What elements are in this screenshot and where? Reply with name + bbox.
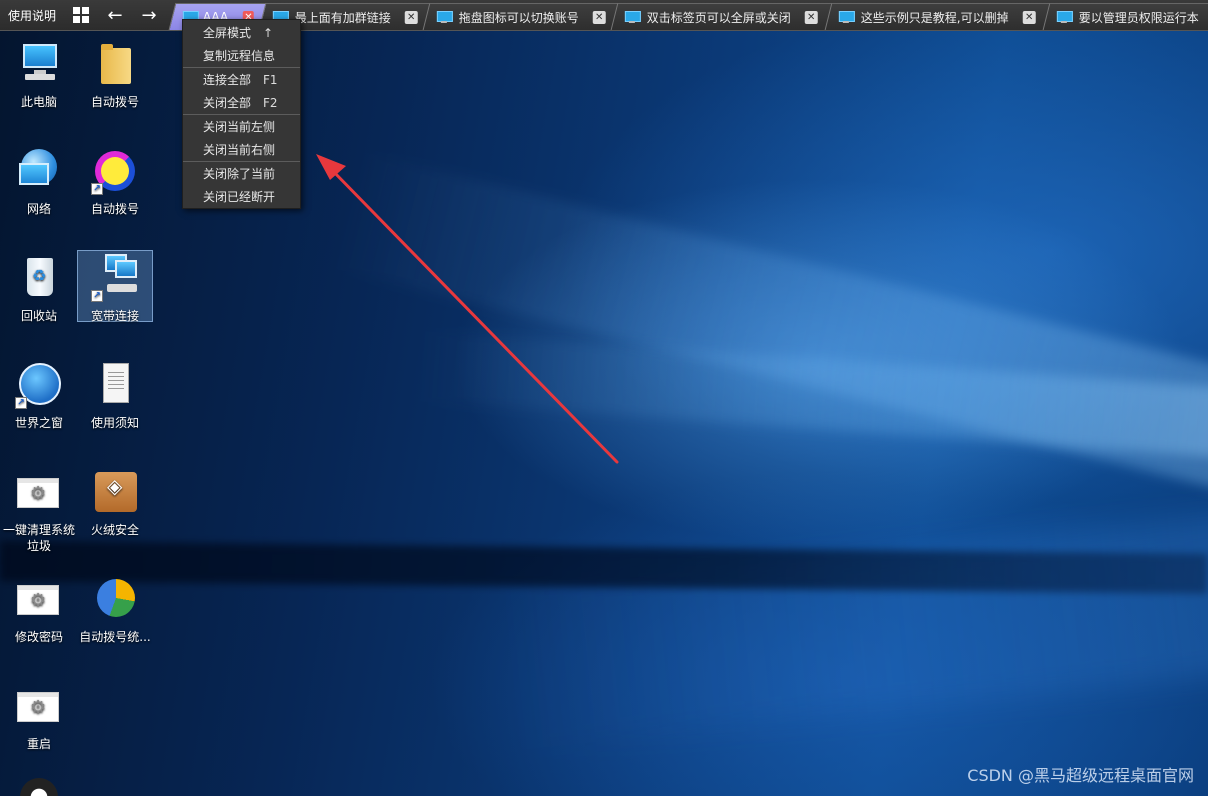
grid-icon — [73, 7, 90, 23]
monitor-icon — [625, 11, 639, 23]
desktop-icon-autodial-folder[interactable]: 自动拨号 — [77, 40, 153, 110]
monitor-icon — [839, 11, 853, 23]
light-beam — [500, 507, 1208, 751]
tab-label: 最上面有加群链接 — [294, 10, 391, 25]
desktop-icon-label: 火绒安全 — [90, 523, 139, 537]
menu-item-close-right[interactable]: 关闭当前右侧 — [183, 138, 300, 161]
tab-double-click[interactable]: 双击标签页可以全屏或关闭 ✕ — [610, 3, 834, 30]
pie-chart-icon — [91, 575, 139, 623]
desktop-icon-label: 此电脑 — [20, 95, 57, 109]
desktop-icon-label: 世界之窗 — [14, 416, 63, 430]
monitor-icon — [437, 11, 451, 23]
back-button[interactable]: ← — [98, 0, 132, 30]
menu-item-label: 全屏模式 — [203, 26, 252, 40]
desktop-icon-label: 自动拨号 — [90, 202, 139, 216]
desktop-icon-huorong[interactable]: 火绒安全 — [77, 468, 153, 538]
tab-examples[interactable]: 这些示例只是教程,可以删掉 ✕ — [824, 3, 1052, 30]
desktop-icon-label: 一键清理系统垃圾 — [2, 523, 75, 553]
menu-item-close-disconnected[interactable]: 关闭已经断开 — [183, 185, 300, 208]
forward-button[interactable]: → — [132, 0, 166, 30]
desktop-icon-clean-junk[interactable]: 一键清理系统垃圾 — [1, 468, 77, 554]
menu-item-connect-all[interactable]: 连接全部 F1 — [183, 68, 300, 91]
tab-strip: AAA ✕ 最上面有加群链接 ✕ 拖盘图标可以切换账号 ✕ 双击标签页可以全屏或… — [168, 0, 1208, 30]
tab-context-menu: 全屏模式 ↑ 复制远程信息 连接全部 F1 关闭全部 F2 关闭当前左侧 关闭当… — [182, 19, 301, 209]
close-tab-icon[interactable]: ✕ — [592, 10, 606, 24]
menu-item-copy-remote-info[interactable]: 复制远程信息 — [183, 44, 300, 67]
shortcut-arrow-icon: ↗ — [15, 397, 27, 409]
menu-item-label: 连接全部 — [203, 73, 252, 87]
close-tab-icon[interactable]: ✕ — [1022, 10, 1036, 24]
grid-view-button[interactable] — [64, 0, 98, 30]
tab-switch-account[interactable]: 拖盘图标可以切换账号 ✕ — [422, 3, 620, 30]
close-tab-icon[interactable]: ✕ — [804, 10, 818, 24]
desktop-icon-label: 自动拨号统... — [79, 630, 151, 644]
desktop-icon-network[interactable]: 网络 — [1, 147, 77, 217]
desktop-icon-broadband[interactable]: ↗ 宽带连接 — [77, 250, 153, 323]
recycle-bin-icon — [15, 254, 63, 302]
desktop-icon-label: 修改密码 — [14, 630, 63, 644]
menu-item-close-left[interactable]: 关闭当前左侧 — [183, 115, 300, 138]
text-document-icon — [91, 361, 139, 409]
settings-window-icon — [15, 575, 63, 623]
menu-item-shortcut: F1 — [263, 72, 278, 87]
help-button[interactable]: 使用说明 — [0, 0, 64, 30]
tab-label: 拖盘图标可以切换账号 — [458, 10, 579, 25]
folder-icon — [91, 40, 139, 88]
sync-icon: ↗ — [91, 147, 139, 195]
desktop-icon-label: 重启 — [26, 737, 51, 751]
computer-icon — [15, 40, 63, 88]
tab-label: 双击标签页可以全屏或关闭 — [646, 10, 791, 25]
desktop-icon-label: 宽带连接 — [90, 309, 139, 323]
desktop-icon-change-password[interactable]: 修改密码 — [1, 575, 77, 645]
menu-item-label: 复制远程信息 — [203, 49, 276, 63]
menu-item-label: 关闭当前左侧 — [203, 120, 276, 134]
watermark: CSDN @黑马超级远程桌面官网 — [967, 766, 1194, 785]
broadband-icon: ↗ — [91, 254, 139, 302]
desktop-icon-autodial-stats[interactable]: 自动拨号统... — [77, 575, 153, 645]
shortcut-arrow-icon: ↗ — [91, 183, 103, 195]
tab-label: 要以管理员权限运行本 — [1078, 10, 1199, 25]
desktop-icon-this-pc[interactable]: 此电脑 — [1, 40, 77, 110]
monitor-icon — [1057, 11, 1071, 23]
menu-item-fullscreen[interactable]: 全屏模式 ↑ — [183, 21, 300, 44]
desktop-icon-recycle-bin[interactable]: 回收站 — [1, 254, 77, 324]
desktop-icon-usage-notes[interactable]: 使用须知 — [77, 361, 153, 431]
menu-item-label: 关闭已经断开 — [203, 190, 276, 204]
menu-item-shortcut: ↑ — [263, 25, 274, 40]
menu-item-shortcut: F2 — [263, 95, 278, 110]
menu-item-close-all[interactable]: 关闭全部 F2 — [183, 91, 300, 114]
desktop-icon-label: 使用须知 — [90, 416, 139, 430]
light-beam — [330, 151, 1208, 510]
browser-globe-icon: ↗ — [15, 361, 63, 409]
settings-window-icon — [15, 468, 63, 516]
shortcut-arrow-icon: ↗ — [91, 290, 103, 302]
network-icon — [15, 147, 63, 195]
desktop-icon-label: 网络 — [26, 202, 51, 216]
settings-window-icon — [15, 682, 63, 730]
menu-item-label: 关闭当前右侧 — [203, 143, 276, 157]
tab-admin[interactable]: 要以管理员权限运行本 — [1042, 3, 1208, 30]
security-shield-icon — [91, 468, 139, 516]
menu-item-label: 关闭全部 — [203, 96, 252, 110]
desktop-icon-label: 回收站 — [20, 309, 57, 323]
tab-label: 这些示例只是教程,可以删掉 — [860, 10, 1009, 25]
desktop-icon-restart[interactable]: 重启 — [1, 682, 77, 752]
desktop-icon-theworld-browser[interactable]: ↗ 世界之窗 — [1, 361, 77, 431]
desktop-icon-autodial[interactable]: ↗ 自动拨号 — [77, 147, 153, 217]
menu-item-close-others[interactable]: 关闭除了当前 — [183, 162, 300, 185]
desktop-icon-label: 自动拨号 — [90, 95, 139, 109]
menu-item-label: 关闭除了当前 — [203, 167, 276, 181]
close-tab-icon[interactable]: ✕ — [404, 10, 418, 24]
